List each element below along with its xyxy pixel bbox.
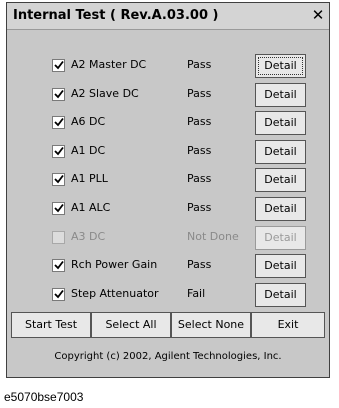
- test-status-label: Pass: [187, 258, 212, 272]
- image-caption: e5070bse7003: [4, 390, 84, 404]
- checkmark-icon: [54, 146, 64, 156]
- checkmark-icon: [54, 89, 64, 98]
- action-button-bar: Start Test Select All Select None Exit: [11, 312, 325, 338]
- test-checkbox[interactable]: [52, 59, 65, 72]
- test-name-label: A1 ALC: [71, 201, 111, 214]
- test-checkbox[interactable]: [52, 259, 65, 273]
- detail-button[interactable]: Detail: [255, 168, 306, 193]
- detail-button[interactable]: Detail: [255, 82, 306, 107]
- test-checkbox[interactable]: [52, 287, 65, 301]
- detail-button[interactable]: Detail: [255, 282, 306, 307]
- test-row: A1 ALC Pass Detail: [7, 195, 329, 225]
- test-checkbox[interactable]: [52, 87, 65, 101]
- dialog-content: A2 Master DC Pass Detail A2 Slave DC Pass Det…: [7, 30, 329, 377]
- copyright-text: Copyright (c) 2002, Agilent Technologies…: [54, 351, 282, 362]
- internal-test-dialog: Internal Test ( Rev.A.03.00 ) ✕ A2 Maste…: [6, 2, 330, 378]
- checkmark-icon: [54, 203, 64, 213]
- test-status-label: Pass: [187, 201, 212, 214]
- test-name-label: A2 Slave DC: [71, 86, 139, 100]
- detail-button[interactable]: Detail: [255, 139, 306, 164]
- test-name-label: A2 Master DC: [71, 58, 147, 71]
- test-row: A1 PLL Pass Detail: [7, 166, 329, 196]
- test-row: A2 Master DC Pass Detail: [7, 52, 329, 82]
- detail-button[interactable]: Detail: [255, 254, 306, 279]
- checkmark-icon: [54, 175, 64, 184]
- detail-button[interactable]: Detail: [255, 54, 306, 78]
- title-bar[interactable]: Internal Test ( Rev.A.03.00 ) ✕: [7, 3, 329, 30]
- test-checkbox[interactable]: [52, 116, 65, 130]
- select-all-button[interactable]: Select All: [91, 312, 171, 338]
- test-status-label: Fail: [187, 286, 206, 300]
- checkmark-icon: [54, 261, 64, 270]
- test-name-label: A1 PLL: [71, 172, 108, 186]
- start-test-button[interactable]: Start Test: [11, 312, 91, 338]
- test-status-label: Pass: [187, 58, 212, 71]
- test-row: A2 Slave DC Pass Detail: [7, 81, 329, 111]
- detail-button[interactable]: Detail: [255, 197, 306, 221]
- test-checkbox: [52, 230, 65, 244]
- dialog-title: Internal Test ( Rev.A.03.00 ): [13, 8, 219, 23]
- test-row: Step Attenuator Fail Detail: [7, 281, 329, 311]
- close-icon[interactable]: ✕: [310, 7, 326, 23]
- test-status-label: Pass: [187, 143, 212, 157]
- select-none-button[interactable]: Select None: [171, 312, 251, 338]
- detail-button: Detail: [255, 225, 306, 250]
- test-name-label: A1 DC: [71, 143, 106, 157]
- test-status-label: Pass: [187, 172, 212, 186]
- test-name-label: A6 DC: [71, 115, 106, 129]
- test-checkbox[interactable]: [52, 202, 65, 215]
- test-row: A3 DC Not Done Detail: [7, 224, 329, 254]
- detail-button[interactable]: Detail: [255, 111, 306, 136]
- checkmark-icon: [54, 289, 64, 299]
- test-name-label: A3 DC: [71, 229, 106, 243]
- test-status-label: Pass: [187, 86, 212, 100]
- test-name-label: Rch Power Gain: [71, 258, 158, 272]
- checkmark-icon: [54, 118, 64, 127]
- test-row: A1 DC Pass Detail: [7, 138, 329, 168]
- checkmark-icon: [54, 60, 64, 70]
- test-checkbox[interactable]: [52, 173, 65, 187]
- test-status-label: Pass: [187, 115, 212, 129]
- test-row: Rch Power Gain Pass Detail: [7, 252, 329, 282]
- exit-button[interactable]: Exit: [251, 312, 325, 338]
- test-status-label: Not Done: [187, 229, 239, 243]
- test-name-label: Step Attenuator: [71, 286, 159, 300]
- test-row: A6 DC Pass Detail: [7, 109, 329, 139]
- test-checkbox[interactable]: [52, 144, 65, 158]
